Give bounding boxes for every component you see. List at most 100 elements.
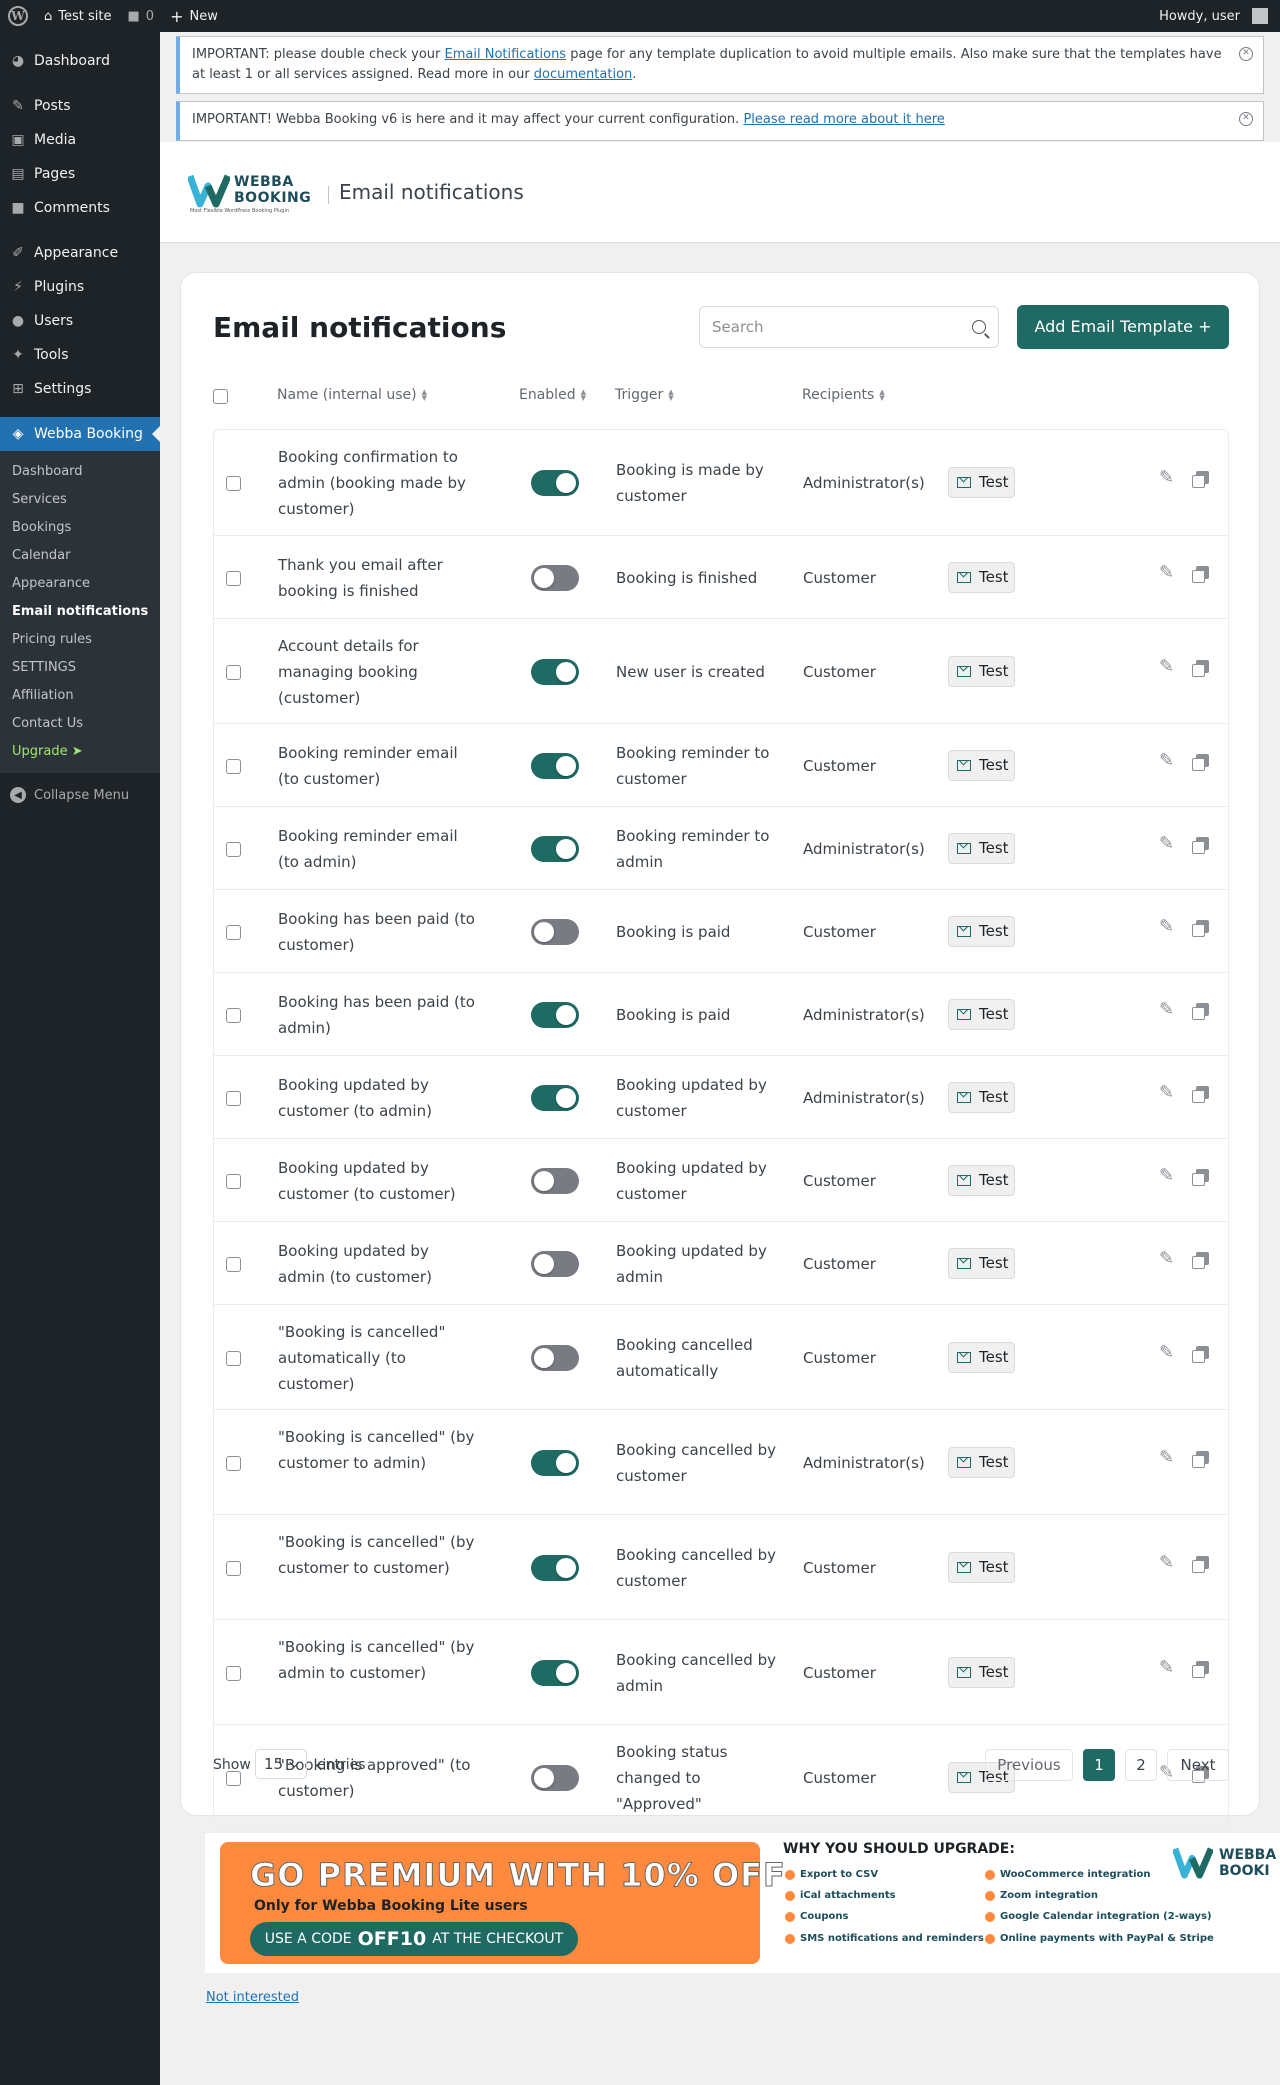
- menu-users[interactable]: ● Users: [0, 304, 160, 338]
- edit-icon[interactable]: ✎: [1159, 1448, 1177, 1467]
- read-more-link[interactable]: Please read more about it here: [743, 112, 944, 127]
- test-email-button[interactable]: Test: [948, 655, 1015, 687]
- submenu-bookings[interactable]: Bookings: [0, 514, 160, 542]
- edit-icon[interactable]: ✎: [1159, 834, 1177, 853]
- duplicate-icon[interactable]: [1192, 1085, 1209, 1103]
- edit-icon[interactable]: ✎: [1159, 657, 1177, 676]
- test-email-button[interactable]: Test: [948, 561, 1015, 593]
- duplicate-icon[interactable]: [1192, 836, 1209, 854]
- test-email-button[interactable]: Test: [948, 1446, 1015, 1478]
- enabled-toggle[interactable]: [531, 1659, 579, 1686]
- row-checkbox[interactable]: [226, 841, 241, 857]
- new-content-link[interactable]: + New: [162, 0, 226, 32]
- col-recipients[interactable]: Recipients ▲ ▼: [802, 387, 885, 403]
- documentation-link[interactable]: documentation: [534, 67, 632, 82]
- enabled-toggle[interactable]: [531, 1449, 579, 1476]
- edit-icon[interactable]: ✎: [1159, 1343, 1177, 1362]
- submenu-affiliation[interactable]: Affiliation: [0, 682, 160, 710]
- submenu-pricing-rules[interactable]: Pricing rules: [0, 626, 160, 654]
- test-email-button[interactable]: Test: [948, 1656, 1015, 1688]
- submenu-email-notifications[interactable]: Email notifications: [0, 598, 160, 626]
- duplicate-icon[interactable]: [1192, 1002, 1209, 1020]
- collapse-menu-button[interactable]: ◀ Collapse Menu: [0, 777, 160, 813]
- enabled-toggle[interactable]: [531, 469, 579, 496]
- page-2-button[interactable]: 2: [1125, 1749, 1157, 1781]
- test-email-button[interactable]: Test: [948, 466, 1015, 498]
- enabled-toggle[interactable]: [531, 1084, 579, 1111]
- row-checkbox[interactable]: [226, 475, 241, 491]
- enabled-toggle[interactable]: [531, 1001, 579, 1028]
- page-1-button[interactable]: 1: [1083, 1749, 1115, 1781]
- duplicate-icon[interactable]: [1192, 1168, 1209, 1186]
- not-interested-link[interactable]: Not interested: [206, 1990, 299, 2005]
- menu-tools[interactable]: ✦ Tools: [0, 338, 160, 372]
- site-name-link[interactable]: ⌂ Test site: [36, 0, 119, 32]
- row-checkbox[interactable]: [226, 758, 241, 774]
- submenu-contact-us[interactable]: Contact Us: [0, 710, 160, 738]
- test-email-button[interactable]: Test: [948, 998, 1015, 1030]
- enabled-toggle[interactable]: [531, 1167, 579, 1194]
- dismiss-icon[interactable]: ✕: [1239, 47, 1253, 61]
- row-checkbox[interactable]: [226, 664, 241, 680]
- page-size-select[interactable]: 15: [255, 1749, 307, 1779]
- row-checkbox[interactable]: [226, 1455, 241, 1471]
- test-email-button[interactable]: Test: [948, 1164, 1015, 1196]
- menu-plugins[interactable]: ⚡ Plugins: [0, 270, 160, 304]
- edit-icon[interactable]: ✎: [1159, 1658, 1177, 1677]
- duplicate-icon[interactable]: [1192, 565, 1209, 583]
- enabled-toggle[interactable]: [531, 1554, 579, 1581]
- row-checkbox[interactable]: [226, 1173, 241, 1189]
- select-all-checkbox[interactable]: [213, 389, 228, 404]
- duplicate-icon[interactable]: [1192, 1450, 1209, 1468]
- enabled-toggle[interactable]: [531, 564, 579, 591]
- edit-icon[interactable]: ✎: [1159, 1000, 1177, 1019]
- submenu-dashboard[interactable]: Dashboard: [0, 458, 160, 486]
- row-checkbox[interactable]: [226, 1560, 241, 1576]
- duplicate-icon[interactable]: [1192, 753, 1209, 771]
- menu-posts[interactable]: ✎ Posts: [0, 89, 160, 123]
- enabled-toggle[interactable]: [531, 752, 579, 779]
- edit-icon[interactable]: ✎: [1159, 751, 1177, 770]
- wp-logo-menu[interactable]: W: [0, 0, 36, 32]
- enabled-toggle[interactable]: [531, 658, 579, 685]
- previous-page-button[interactable]: Previous: [985, 1749, 1073, 1781]
- edit-icon[interactable]: ✎: [1159, 917, 1177, 936]
- menu-settings[interactable]: ⊞ Settings: [0, 372, 160, 406]
- test-email-button[interactable]: Test: [948, 1551, 1015, 1583]
- submenu-services[interactable]: Services: [0, 486, 160, 514]
- add-email-template-button[interactable]: Add Email Template +: [1017, 305, 1229, 349]
- row-checkbox[interactable]: [226, 1007, 241, 1023]
- menu-appearance[interactable]: ✐ Appearance: [0, 236, 160, 270]
- submenu-upgrade[interactable]: Upgrade ➤: [0, 738, 160, 766]
- comments-link[interactable]: ■ 0: [119, 0, 162, 32]
- row-checkbox[interactable]: [226, 570, 241, 586]
- duplicate-icon[interactable]: [1192, 919, 1209, 937]
- row-checkbox[interactable]: [226, 924, 241, 940]
- col-name[interactable]: Name (internal use) ▲ ▼: [277, 387, 427, 403]
- enabled-toggle[interactable]: [531, 1344, 579, 1371]
- duplicate-icon[interactable]: [1192, 1251, 1209, 1269]
- my-account-link[interactable]: Howdy, user: [1151, 0, 1280, 32]
- menu-webba-booking[interactable]: ◈ Webba Booking: [0, 417, 160, 451]
- premium-promo-banner[interactable]: GO PREMIUM WITH 10% OFF Only for Webba B…: [205, 1833, 1280, 1973]
- menu-pages[interactable]: ▤ Pages: [0, 157, 160, 191]
- dismiss-icon[interactable]: ✕: [1239, 112, 1253, 126]
- edit-icon[interactable]: ✎: [1159, 1166, 1177, 1185]
- submenu-calendar[interactable]: Calendar: [0, 542, 160, 570]
- edit-icon[interactable]: ✎: [1159, 1249, 1177, 1268]
- test-email-button[interactable]: Test: [948, 749, 1015, 781]
- edit-icon[interactable]: ✎: [1159, 563, 1177, 582]
- row-checkbox[interactable]: [226, 1090, 241, 1106]
- row-checkbox[interactable]: [226, 1256, 241, 1272]
- duplicate-icon[interactable]: [1192, 470, 1209, 488]
- test-email-button[interactable]: Test: [948, 832, 1015, 864]
- enabled-toggle[interactable]: [531, 835, 579, 862]
- col-enabled[interactable]: Enabled ▲ ▼: [519, 387, 586, 403]
- test-email-button[interactable]: Test: [948, 1081, 1015, 1113]
- col-trigger[interactable]: Trigger ▲ ▼: [615, 387, 674, 403]
- submenu-settings[interactable]: SETTINGS: [0, 654, 160, 682]
- edit-icon[interactable]: ✎: [1159, 1083, 1177, 1102]
- row-checkbox[interactable]: [226, 1665, 241, 1681]
- test-email-button[interactable]: Test: [948, 1247, 1015, 1279]
- enabled-toggle[interactable]: [531, 918, 579, 945]
